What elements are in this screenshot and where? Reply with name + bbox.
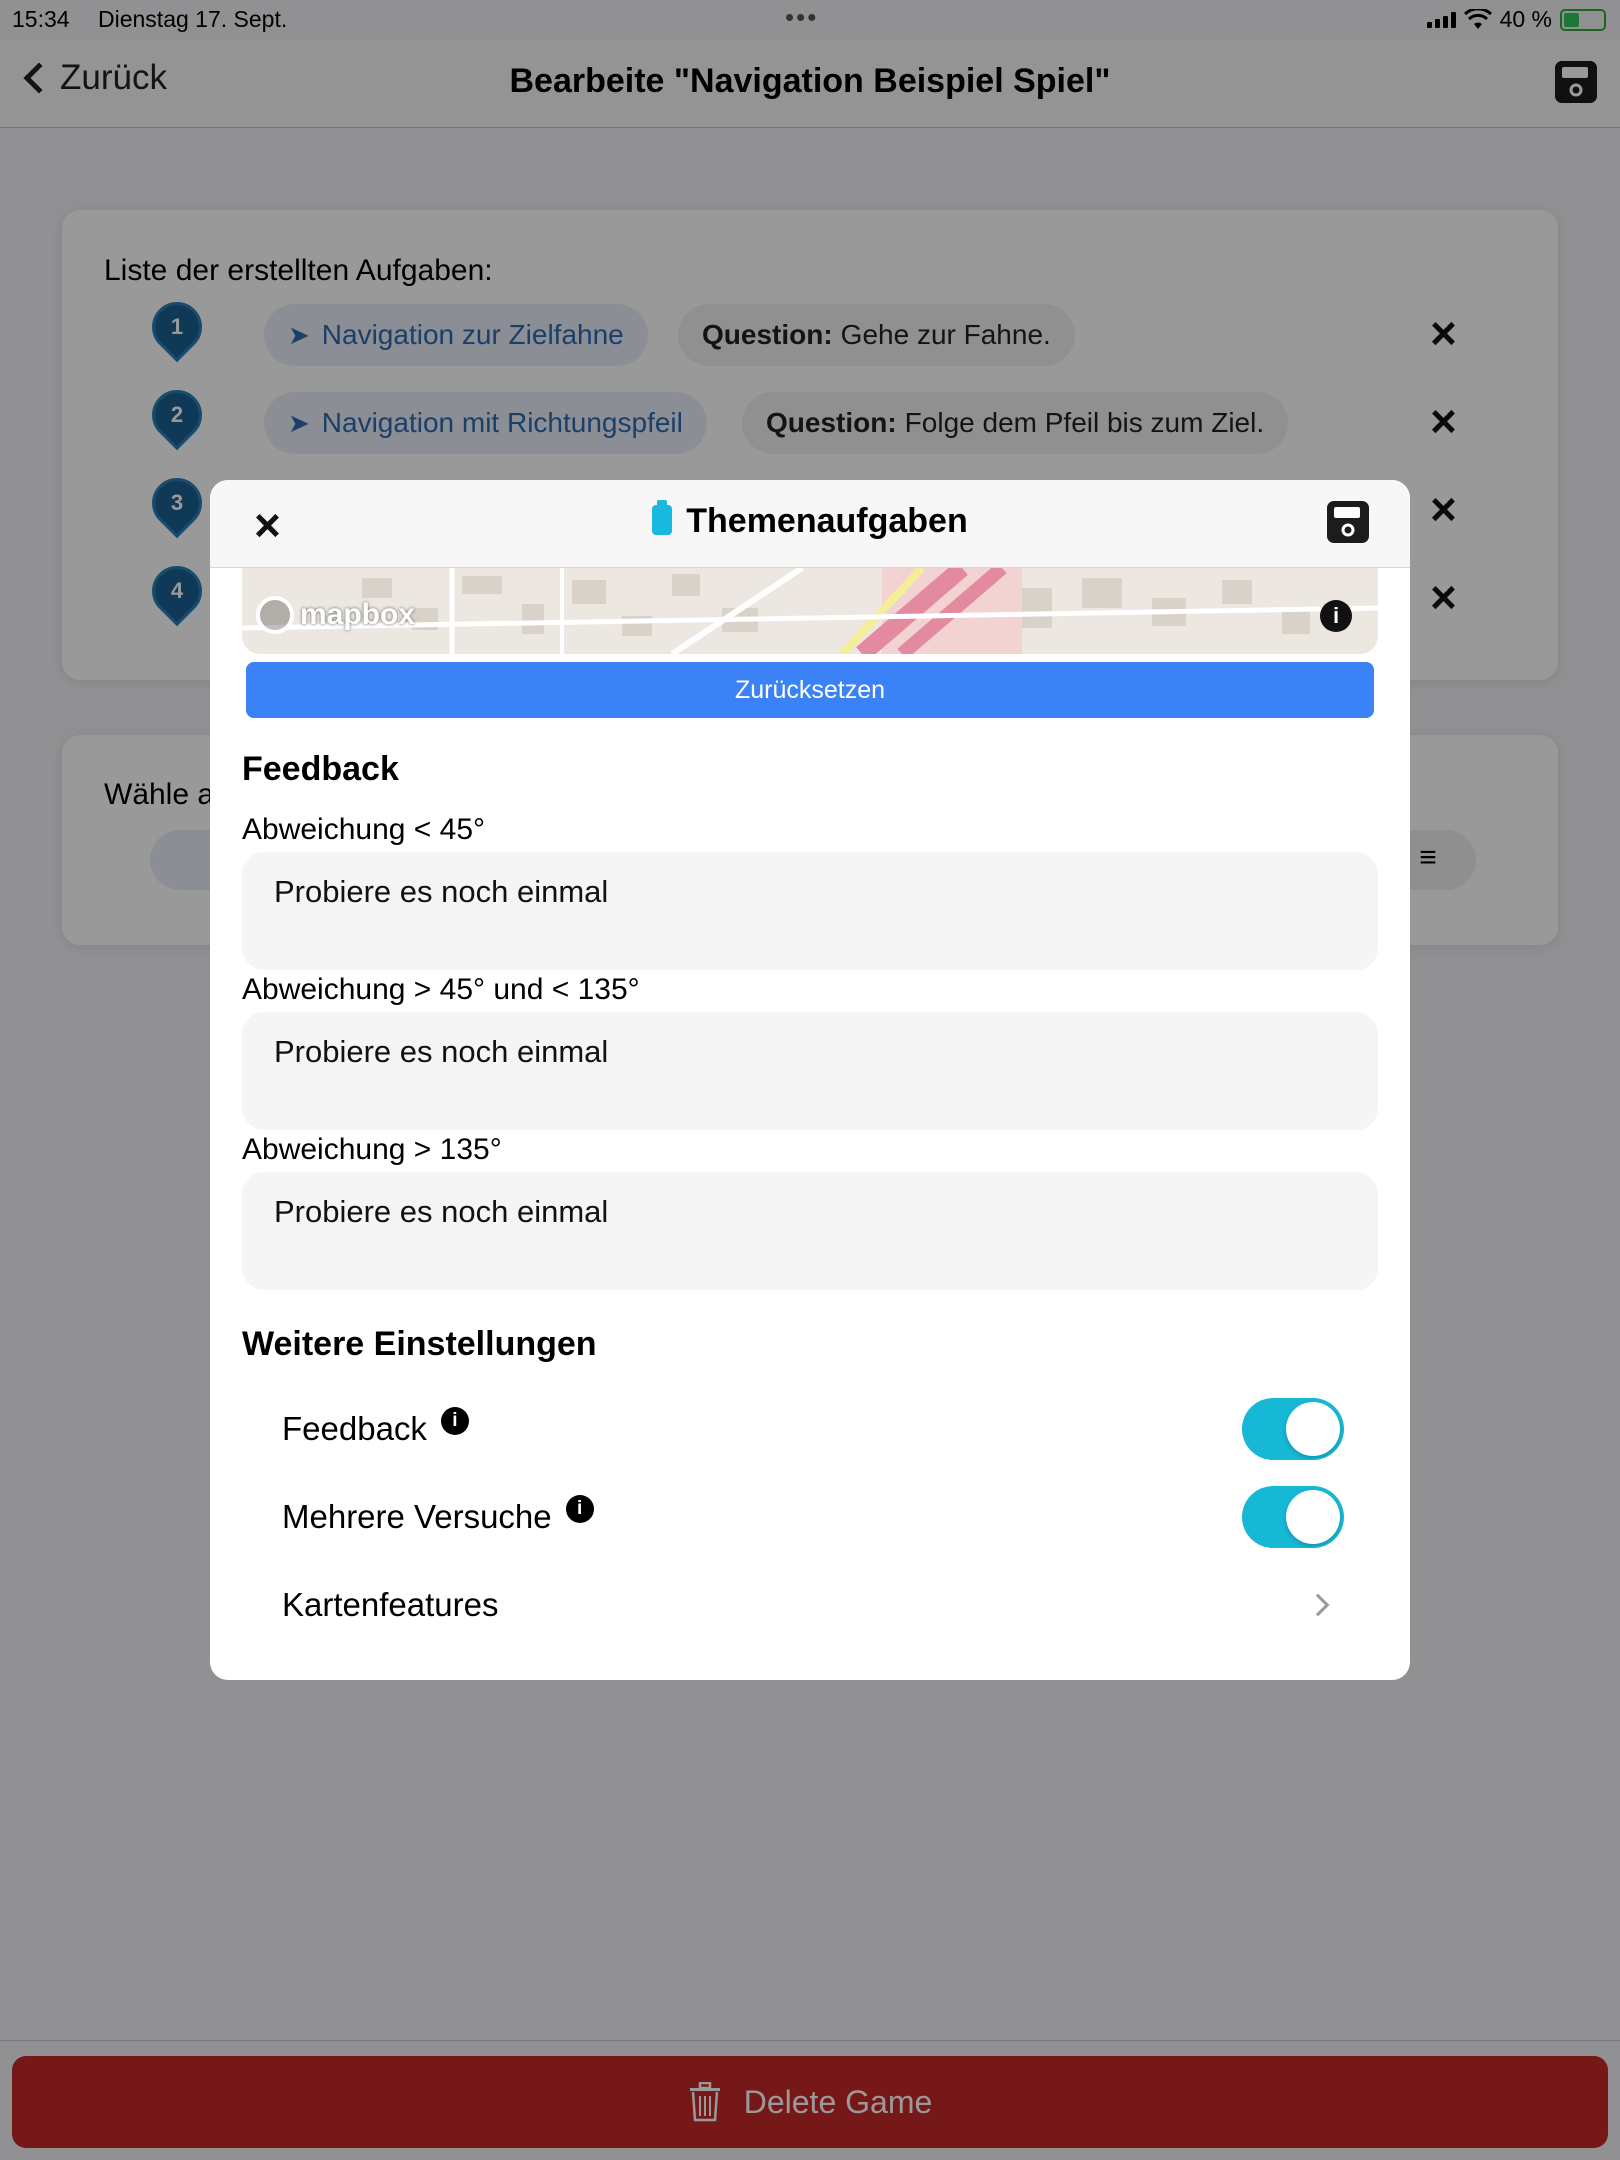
settings-section-title: Weitere Einstellungen <box>242 1325 597 1363</box>
modal-title-text: Themenaufgaben <box>686 502 968 540</box>
feedback-input-small[interactable]: Probiere es noch einmal <box>242 852 1378 970</box>
modal-header: × Themenaufgaben <box>210 480 1410 568</box>
mapbox-logo: mapbox <box>256 596 415 634</box>
setting-row-map-features[interactable]: Kartenfeatures <box>282 1570 1362 1640</box>
info-icon[interactable]: i <box>565 1495 594 1523</box>
mapbox-logo-icon <box>256 596 294 634</box>
feedback-toggle[interactable] <box>1242 1398 1344 1460</box>
toggle-knob <box>1286 1490 1340 1544</box>
chevron-right-icon <box>1306 1593 1330 1617</box>
floppy-disk-icon <box>1327 501 1369 543</box>
feedback-section-title: Feedback <box>242 750 399 788</box>
setting-row-multiple-attempts: Mehrere Versuche i <box>282 1482 1362 1552</box>
setting-label: Mehrere Versuche <box>282 1498 552 1535</box>
multiple-attempts-toggle[interactable] <box>1242 1486 1344 1548</box>
feedback-label-small: Abweichung < 45° <box>242 813 486 846</box>
toggle-knob <box>1286 1402 1340 1456</box>
info-icon[interactable]: i <box>440 1407 469 1435</box>
feedback-label-large: Abweichung > 135° <box>242 1133 502 1166</box>
mapbox-wordmark: mapbox <box>300 598 416 631</box>
map-info-icon[interactable]: i <box>1320 600 1352 632</box>
modal-title: Themenaufgaben <box>210 500 1410 541</box>
setting-label: Feedback <box>282 1410 427 1447</box>
feedback-label-medium: Abweichung > 45° und < 135° <box>242 973 640 1006</box>
feedback-input-medium[interactable]: Probiere es noch einmal <box>242 1012 1378 1130</box>
feedback-input-large[interactable]: Probiere es noch einmal <box>242 1172 1378 1290</box>
themenaufgaben-modal: × Themenaufgaben mapbox i Zurücksetzen F… <box>210 480 1410 1680</box>
map-view[interactable]: mapbox i <box>242 568 1378 654</box>
clipboard-icon <box>652 500 673 535</box>
setting-label: Kartenfeatures <box>282 1586 499 1623</box>
modal-save-button[interactable] <box>1326 500 1370 549</box>
setting-row-feedback: Feedback i <box>282 1394 1362 1464</box>
reset-button[interactable]: Zurücksetzen <box>246 662 1374 718</box>
